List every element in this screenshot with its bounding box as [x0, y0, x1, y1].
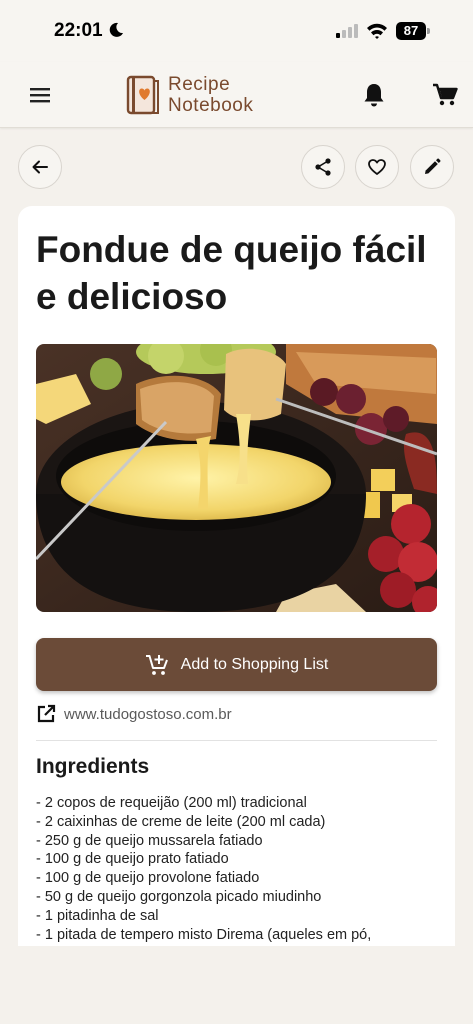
- share-button[interactable]: [301, 145, 345, 189]
- ingredient-item: - 1 pitada de tempero misto Direma (aque…: [36, 926, 372, 943]
- brand-line-1: Recipe: [168, 74, 231, 95]
- source-link[interactable]: www.tudogostoso.com.br: [36, 704, 437, 728]
- back-button[interactable]: [18, 145, 62, 189]
- ingredient-item: - 50 g de queijo gorgonzola picado miudi…: [36, 888, 322, 905]
- divider: [36, 740, 437, 741]
- cart-icon[interactable]: [432, 83, 458, 107]
- share-icon: [315, 158, 331, 176]
- status-time: 22:01: [54, 20, 103, 41]
- battery-level: 87: [403, 23, 419, 38]
- ingredient-item: - 2 caixinhas de creme de leite (200 ml …: [36, 813, 326, 830]
- source-url[interactable]: www.tudogostoso.com.br: [64, 706, 232, 723]
- recipe-image: [36, 344, 437, 612]
- bell-icon[interactable]: [362, 82, 386, 108]
- external-link-icon: [37, 704, 56, 723]
- add-to-shopping-list-label: Add to Shopping List: [180, 655, 329, 673]
- wifi-icon: [367, 23, 387, 39]
- edit-button[interactable]: [410, 145, 454, 189]
- heart-icon: [368, 159, 386, 175]
- ingredient-item: - 100 g de queijo prato fatiado: [36, 851, 229, 868]
- add-to-shopping-list-button[interactable]: Add to Shopping List: [36, 638, 437, 691]
- back-arrow-icon: [32, 160, 48, 174]
- ingredient-item: - 100 g de queijo provolone fatiado: [36, 870, 260, 887]
- recipe-title: Fondue de queijo fácil e delicioso: [36, 229, 427, 317]
- edit-icon: [425, 158, 441, 174]
- add-cart-icon: [145, 654, 168, 675]
- ingredient-item: - 2 copos de requeijão (200 ml) tradicio…: [36, 795, 307, 811]
- menu-icon[interactable]: [28, 85, 52, 105]
- brand-name: Recipe Notebook: [168, 74, 253, 116]
- ingredient-item: - 1 pitadinha de sal: [36, 907, 159, 924]
- signal-icon: [336, 24, 358, 38]
- battery-indicator: 87: [396, 22, 430, 40]
- ingredient-item: - 250 g de queijo mussarela fatiado: [36, 832, 263, 849]
- app-bar: Recipe Notebook: [0, 62, 473, 128]
- bottom-area: [0, 946, 473, 1024]
- recipe-book-logo: [126, 75, 159, 115]
- ingredients-list: - 2 copos de requeijão (200 ml) tradicio…: [36, 794, 437, 944]
- ingredients-heading: Ingredients: [36, 755, 150, 778]
- status-bar: 22:01 87: [0, 0, 473, 62]
- moon-icon: [109, 22, 123, 37]
- recipe-card: Fondue de queijo fácil e delicioso Add t…: [18, 206, 455, 966]
- brand-line-2: Notebook: [168, 95, 254, 116]
- favorite-button[interactable]: [355, 145, 399, 189]
